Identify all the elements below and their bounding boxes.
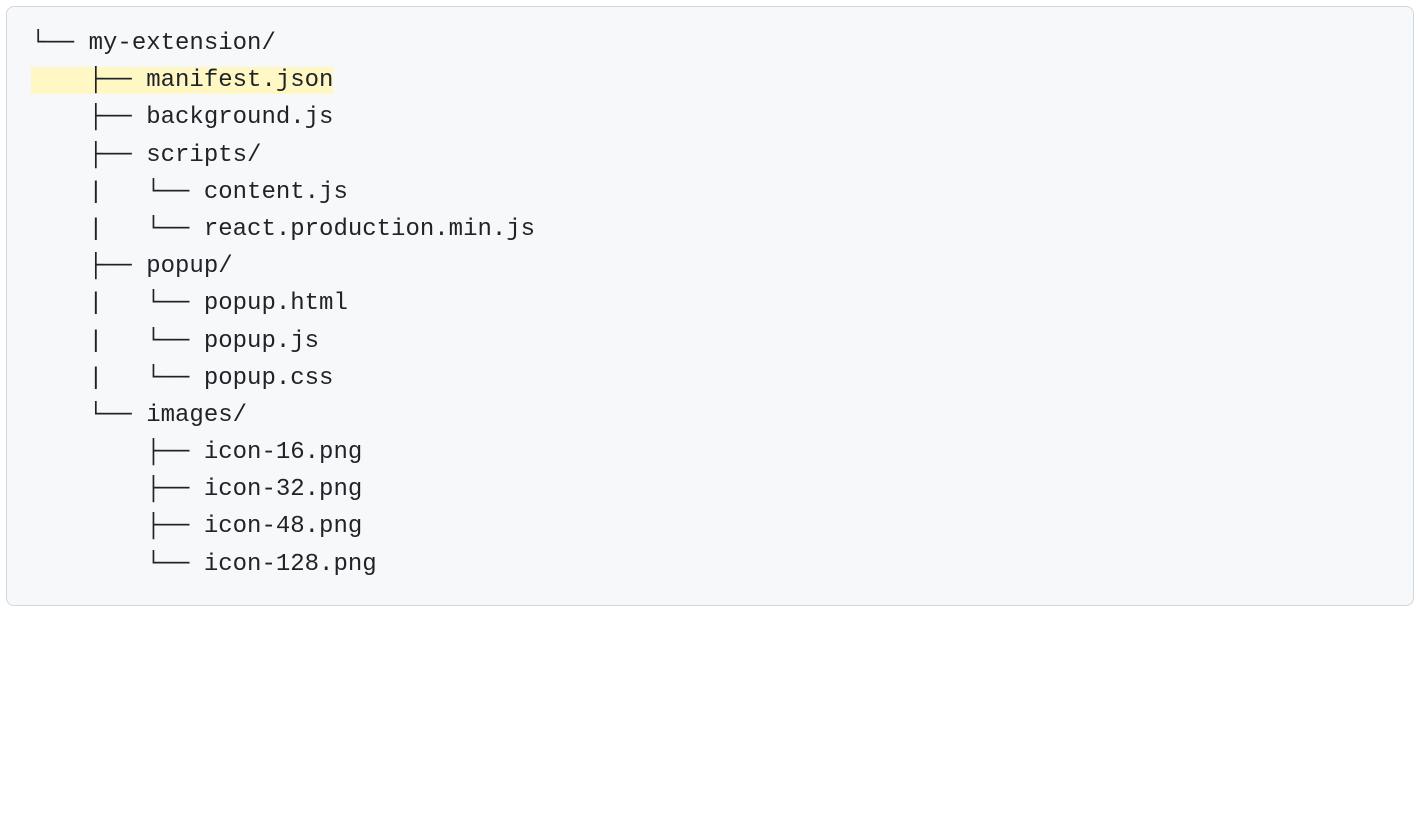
tree-line-highlighted: ├── manifest.json — [31, 67, 333, 94]
file-tree-block: └── my-extension/ ├── manifest.json ├── … — [6, 6, 1414, 606]
tree-line: ├── icon-16.png — [31, 434, 1389, 471]
tree-line: ├── popup/ — [31, 248, 1389, 285]
tree-line: | └── popup.js — [31, 323, 1389, 360]
tree-line: └── icon-128.png — [31, 546, 1389, 583]
tree-line: | └── popup.css — [31, 360, 1389, 397]
tree-line: | └── react.production.min.js — [31, 211, 1389, 248]
tree-line: └── images/ — [31, 397, 1389, 434]
tree-line: ├── scripts/ — [31, 137, 1389, 174]
tree-line: | └── content.js — [31, 174, 1389, 211]
tree-line: ├── icon-48.png — [31, 508, 1389, 545]
tree-line: ├── manifest.json — [31, 62, 1389, 99]
tree-line: ├── background.js — [31, 99, 1389, 136]
tree-line: | └── popup.html — [31, 285, 1389, 322]
tree-line: ├── icon-32.png — [31, 471, 1389, 508]
tree-line: └── my-extension/ — [31, 25, 1389, 62]
